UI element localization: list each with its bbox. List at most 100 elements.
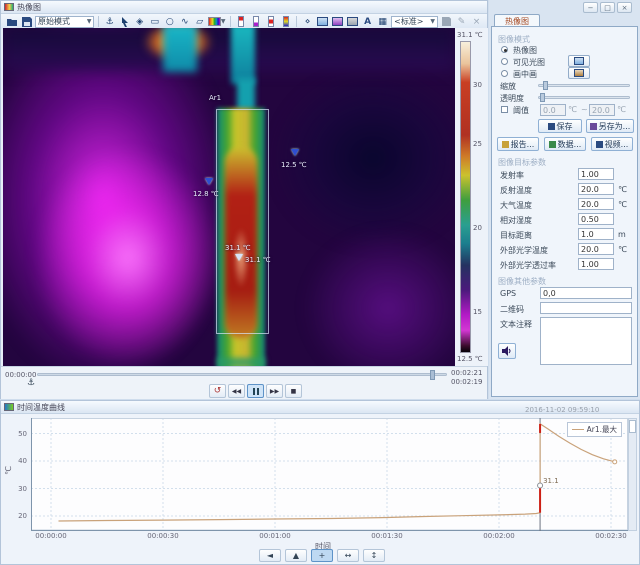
scale-tick-label: 30 xyxy=(473,81,482,89)
toolbar-separator xyxy=(229,16,231,27)
chart-zoom-vertical-button[interactable]: ↕ xyxy=(363,549,385,562)
emissivity-input[interactable] xyxy=(578,168,614,180)
picture-icon xyxy=(317,17,329,26)
legend-line-icon xyxy=(571,429,584,430)
isotherm-above-button[interactable] xyxy=(234,15,247,28)
chart-cursor-button[interactable]: ▲ xyxy=(285,549,307,562)
stop-button[interactable]: ■ xyxy=(285,384,302,398)
gps-label: GPS xyxy=(500,289,517,298)
video-icon xyxy=(595,140,603,148)
spot-marker-icon[interactable] xyxy=(291,149,299,156)
threshold-high-input[interactable] xyxy=(589,104,615,116)
optics-temp-input[interactable] xyxy=(578,243,614,255)
thermal-view-button[interactable] xyxy=(331,15,344,28)
mode-select[interactable]: 原始模式 ▼ xyxy=(35,15,95,28)
isotherm-below-icon xyxy=(252,16,259,27)
pencil-icon: ✎ xyxy=(457,16,466,27)
thermal-window-icon xyxy=(4,3,14,11)
isotherm-interval-button[interactable] xyxy=(264,15,277,28)
radio-pip-label: 画中画 xyxy=(513,70,537,79)
radio-visible[interactable] xyxy=(501,58,508,65)
cursor-value-label: 31.1 xyxy=(543,477,559,486)
data-button[interactable]: 数据... xyxy=(544,137,586,151)
cursor-tooltip: 2016-11-02 09:59:10 xyxy=(525,406,600,414)
zoom-slider-knob[interactable] xyxy=(543,81,548,90)
grid-button[interactable]: ▦ xyxy=(376,15,389,28)
group-object-params: 图像目标参数 xyxy=(498,158,546,167)
isotherm-below-button[interactable] xyxy=(249,15,262,28)
atmosphere-temp-input[interactable] xyxy=(578,198,614,210)
chart-zoom-horizontal-button[interactable]: ↔ xyxy=(337,549,359,562)
thermal-image[interactable]: Ar1 12.8 ℃ 12.5 ℃ 31.1 ℃ 31.1 ℃ xyxy=(3,28,455,366)
save-template-button[interactable] xyxy=(440,15,453,28)
rectangle-icon: ▭ xyxy=(150,16,159,27)
save-file-button[interactable] xyxy=(20,15,33,28)
template-select[interactable]: <标准> ▼ xyxy=(391,15,438,28)
text-annotation-button[interactable]: A xyxy=(361,15,374,28)
replay-button[interactable]: ↺ xyxy=(209,384,226,398)
save-as-button[interactable]: 另存为... xyxy=(586,119,634,133)
polyline-icon: ∿ xyxy=(180,16,189,27)
zoom-slider[interactable] xyxy=(538,81,630,90)
rectangle-tool-button[interactable]: ▭ xyxy=(148,15,161,28)
polygon-tool-button[interactable]: ▱ xyxy=(193,15,206,28)
spot-marker-icon[interactable] xyxy=(205,178,213,185)
save-button[interactable]: 保存 xyxy=(538,119,582,133)
visible-image-button[interactable] xyxy=(568,55,590,67)
plot-area[interactable]: Ar1.最大 xyxy=(31,418,628,531)
opacity-slider-knob[interactable] xyxy=(540,93,545,102)
video-button[interactable]: 视频... xyxy=(591,137,633,151)
close-button[interactable]: × xyxy=(617,2,632,13)
main-toolbar: 原始模式 ▼ ⚓ ◈ ▭ ○ ∿ ▱ ▼ ⋄ A ▦ <标准> ▼ ✎ × xyxy=(1,14,487,29)
open-file-button[interactable] xyxy=(5,15,18,28)
pointer-tool-button[interactable] xyxy=(118,15,131,28)
reflected-temp-input[interactable] xyxy=(578,183,614,195)
fusion-view-button[interactable] xyxy=(316,15,329,28)
edit-template-button[interactable]: ✎ xyxy=(455,15,468,28)
ellipse-tool-button[interactable]: ○ xyxy=(163,15,176,28)
seek-slider[interactable] xyxy=(37,370,447,380)
delete-template-button[interactable]: × xyxy=(470,15,483,28)
isotherm-off-button[interactable] xyxy=(279,15,292,28)
note-label: 文本注释 xyxy=(500,320,532,329)
chart-window: 时间温度曲线 2016-11-02 09:59:10 Ar1.最大 ℃ 20 30… xyxy=(0,400,640,565)
optics-transmission-input[interactable] xyxy=(578,258,614,270)
radio-thermal[interactable] xyxy=(501,46,508,53)
radio-pip[interactable] xyxy=(501,70,508,77)
chart-scroll-button[interactable]: ◄ xyxy=(259,549,281,562)
anchor-tool-button[interactable]: ⚓ xyxy=(103,15,116,28)
threshold-low-input[interactable] xyxy=(540,104,566,116)
seek-handle[interactable] xyxy=(430,370,435,380)
step-back-icon: ◀◀ xyxy=(231,387,242,395)
palette-select[interactable]: ▼ xyxy=(208,15,226,28)
text-annotation-input[interactable] xyxy=(540,317,632,365)
chevron-down-icon: ▼ xyxy=(430,18,435,25)
step-back-button[interactable]: ◀◀ xyxy=(228,384,245,398)
dot-marker-button[interactable]: ⋄ xyxy=(301,15,314,28)
qr-input[interactable] xyxy=(540,302,632,314)
radio-visible-label: 可见光图 xyxy=(513,58,545,67)
pause-button[interactable] xyxy=(247,384,264,398)
visible-view-button[interactable] xyxy=(346,15,359,28)
distance-input[interactable] xyxy=(578,228,614,240)
ar1-area-box[interactable] xyxy=(216,109,269,334)
floppy-icon xyxy=(21,16,32,27)
minimize-button[interactable]: − xyxy=(583,2,598,13)
report-button[interactable]: 报告... xyxy=(497,137,539,151)
polyline-tool-button[interactable]: ∿ xyxy=(178,15,191,28)
chart-vscrollbar[interactable] xyxy=(628,418,637,531)
humidity-input[interactable] xyxy=(578,213,614,225)
spot-tool-button[interactable]: ◈ xyxy=(133,15,146,28)
dot-marker-icon: ⋄ xyxy=(304,16,311,27)
threshold-checkbox[interactable] xyxy=(501,106,508,113)
gps-input[interactable] xyxy=(540,287,632,299)
opacity-slider[interactable] xyxy=(538,93,630,102)
x-tick-label: 00:01:00 xyxy=(259,532,291,540)
float-button[interactable]: □ xyxy=(600,2,615,13)
chart-pan-button[interactable]: + xyxy=(311,549,333,562)
spot-marker-right-label: 12.5 ℃ xyxy=(281,161,307,169)
chart-vscrollbar-thumb[interactable] xyxy=(629,420,636,433)
voice-annotation-button[interactable] xyxy=(498,343,516,359)
step-forward-button[interactable]: ▶▶ xyxy=(266,384,283,398)
pip-image-button[interactable] xyxy=(568,67,590,79)
